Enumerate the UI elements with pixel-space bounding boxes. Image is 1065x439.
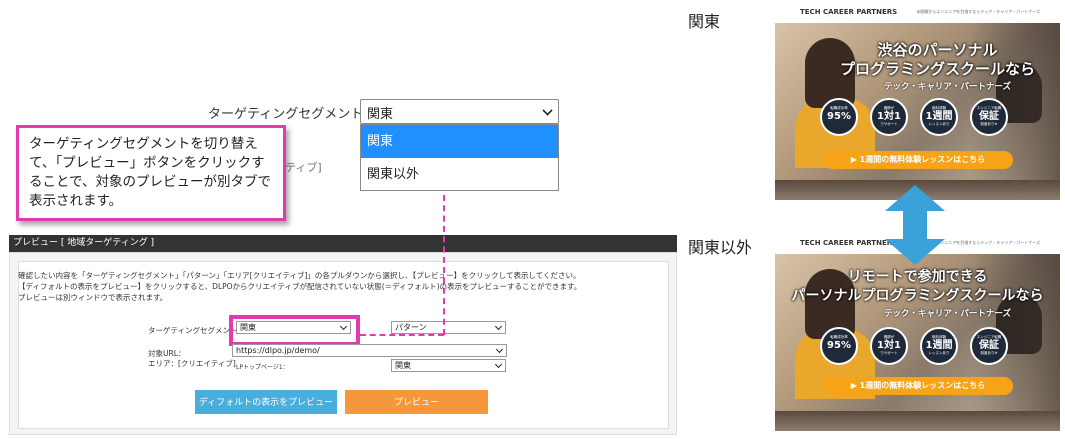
desc-line-2: 【ディフォルトの表示をプレビュー】をクリックすると、DLPOからクリエイティブが… xyxy=(18,282,582,291)
url-select[interactable]: https://dlpo.jp/demo/ xyxy=(232,344,507,357)
double-arrow-icon xyxy=(885,185,945,265)
desc-line-3: プレビューは別ウィンドウで表示されます。 xyxy=(18,293,168,302)
panel-segment-label: ターゲティングセグメント xyxy=(148,326,238,335)
pattern-select[interactable]: パターン xyxy=(391,321,506,334)
banner-brand: TECH CAREER PARTNERS 未経験からエンジニアを目指すならテック… xyxy=(775,3,1060,23)
stat-circle: 講師が 1対1 でサポート xyxy=(870,98,908,136)
segment-label: ターゲティングセグメント： xyxy=(208,107,377,122)
url-value: https://dlpo.jp/demo/ xyxy=(236,346,320,355)
brand-subtext: 未経験からエンジニアを目指すならテック・キャリア・パートナーズ xyxy=(916,9,1040,14)
chevron-down-icon xyxy=(494,322,503,331)
chevron-down-icon xyxy=(495,345,504,354)
banner-bottom xyxy=(775,411,1060,431)
banner-cta-button[interactable]: ▶ 1週間の無料体験レッスンはこちら xyxy=(823,377,1013,395)
stat-circle: 転職成功率 95% xyxy=(820,327,858,365)
brand-text: TECH CAREER PARTNERS xyxy=(800,8,898,16)
panel-description: 確認したい内容を「ターゲティングセグメント」「パターン」「エリア[クリエイティブ… xyxy=(18,270,638,303)
callout-note: ターゲティングセグメントを切り替えて、「プレビュー」ボタンをクリックすることで、… xyxy=(16,125,286,221)
segment-select-value: 関東 xyxy=(367,107,394,122)
stat-circle: 無料体験 1週間 レッスンあり xyxy=(920,98,958,136)
region-label-kanto: 関東 xyxy=(688,12,721,31)
stat-circle: 講師が 1対1 でサポート xyxy=(870,327,908,365)
stats-circles: 転職成功率 95% 講師が 1対1 でサポート 無料体験 1週間 レッスンあり エンジニア… xyxy=(820,98,1030,138)
banner-subline: テック・キャリア・パートナーズ xyxy=(884,82,1011,92)
dashed-connector-vertical xyxy=(443,195,445,335)
segment-option-other[interactable]: 関東以外 xyxy=(361,158,558,191)
stat-circle: 無料体験 1週間 レッスンあり xyxy=(920,327,958,365)
preview-button[interactable]: プレビュー xyxy=(345,390,488,414)
area-select[interactable]: 関東 xyxy=(391,359,506,372)
stat-circle: エンジニア転職 保証 制度あり※ xyxy=(970,327,1008,365)
chevron-down-icon xyxy=(494,360,503,369)
banner-headline-1: 渋谷のパーソナル xyxy=(877,41,998,59)
banner-subline: テック・キャリア・パートナーズ xyxy=(884,309,1011,319)
banner-headline-2: パーソナルプログラミングスクールなら xyxy=(791,288,1044,304)
banner-headline-1: リモートで参加できる xyxy=(847,269,988,285)
segment-option-kanto[interactable]: 関東 xyxy=(361,125,558,158)
stats-circles: 転職成功率 95% 講師が 1対1 でサポート 無料体験 1週間 レッスンあり エンジニア… xyxy=(820,327,1030,367)
desc-line-1: 確認したい内容を「ターゲティングセグメント」「パターン」「エリア[クリエイティブ… xyxy=(18,271,581,280)
dashed-connector-horizontal xyxy=(360,334,444,336)
segment-dropdown: 関東 関東以外 xyxy=(360,124,559,191)
region-label-other: 関東以外 xyxy=(688,238,753,257)
area-label: エリア：[クリエイティブ] xyxy=(148,359,236,368)
highlight-box xyxy=(229,315,360,346)
lp-label: LPトップページ1： xyxy=(236,364,289,371)
area-value: 関東 xyxy=(395,361,411,370)
stat-circle: エンジニア転職 保証 制度あり※ xyxy=(970,98,1008,136)
pattern-value: パターン xyxy=(395,323,427,332)
panel-title: プレビュー [ 地域ターゲティング ] xyxy=(9,235,677,252)
banner-headline-2: プログラミングスクールなら xyxy=(839,60,1035,78)
chevron-down-icon xyxy=(542,105,553,116)
segment-select[interactable]: 関東 xyxy=(360,99,559,124)
banner-cta-button[interactable]: ▶ 1週間の無料体験レッスンはこちら xyxy=(823,151,1013,169)
default-preview-button[interactable]: ディフォルトの表示をプレビュー xyxy=(195,390,337,414)
stat-circle: 転職成功率 95% xyxy=(820,98,858,136)
banner-kanto: TECH CAREER PARTNERS 未経験からエンジニアを目指すならテック… xyxy=(775,3,1060,200)
